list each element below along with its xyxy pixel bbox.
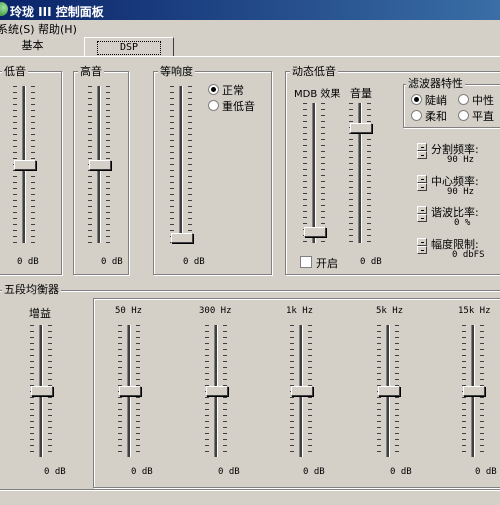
eq-band-5khz-slider[interactable]	[377, 325, 400, 457]
radio-dot-selected	[411, 94, 422, 105]
radio-dot	[208, 100, 219, 111]
menu-help[interactable]: 帮助(H)	[38, 21, 77, 37]
eq-band-5khz-value: 0 dB	[390, 467, 412, 477]
enable-checkbox[interactable]: 开启	[300, 255, 338, 271]
eq-band-1khz-slider[interactable]	[290, 325, 313, 457]
spin-up-button[interactable]	[417, 238, 427, 246]
bass-label: 低音	[2, 65, 28, 78]
crossover-value: 90 Hz	[447, 155, 475, 165]
mdb-effect-slider[interactable]	[303, 103, 326, 243]
eq-label: 五段均衡器	[2, 283, 61, 296]
filter-flat-radio[interactable]: 平直	[458, 110, 494, 123]
loudness-slider[interactable]	[170, 86, 193, 243]
eq-band-300hz-label: 300 Hz	[199, 306, 232, 316]
dynamic-bass-label: 动态低音	[290, 65, 338, 78]
volume-slider-thumb[interactable]	[350, 123, 372, 133]
menu-bar: 系统(S) 帮助(H)	[0, 20, 500, 36]
mdb-effect-slider-thumb[interactable]	[304, 227, 326, 237]
eq-gain-label: 增益	[29, 307, 51, 320]
eq-gain-slider[interactable]	[30, 325, 53, 457]
filter-soft-label: 柔和	[425, 110, 447, 123]
eq-band-300hz-slider-thumb[interactable]	[206, 386, 228, 396]
spin-up-button[interactable]	[417, 206, 427, 214]
eq-band-1khz-slider-thumb[interactable]	[291, 386, 313, 396]
volume-label: 音量	[350, 87, 372, 100]
spin-up-button[interactable]	[417, 143, 427, 151]
spin-down-button[interactable]	[417, 214, 427, 222]
radio-dot-selected	[208, 84, 219, 95]
eq-band-50hz-label: 50 Hz	[115, 306, 143, 316]
loudness-normal-radio[interactable]: 正常	[208, 84, 244, 97]
eq-band-50hz-slider[interactable]	[118, 325, 141, 457]
treble-label: 高音	[78, 65, 104, 78]
filter-steep-radio[interactable]: 陡峭	[411, 94, 447, 107]
app-icon	[0, 2, 8, 16]
loudness-value: 0 dB	[183, 257, 205, 267]
harmonic-spinner[interactable]	[417, 206, 427, 224]
dynamic-bass-value: 0 dB	[360, 257, 382, 267]
eq-band-300hz-value: 0 dB	[218, 467, 240, 477]
eq-gain-value: 0 dB	[44, 467, 66, 477]
eq-band-5khz-slider-thumb[interactable]	[378, 386, 400, 396]
radio-dot	[458, 94, 469, 105]
loudness-track	[179, 86, 183, 243]
title-bar: 玲珑 III 控制面板	[0, 0, 500, 20]
eq-band-50hz-slider-thumb[interactable]	[119, 386, 141, 396]
eq-band-50hz-value: 0 dB	[131, 467, 153, 477]
mdb-effect-label: MDB 效果	[294, 89, 341, 100]
tab-divider	[0, 56, 500, 57]
tab-dsp-label: DSP	[96, 41, 162, 55]
spin-up-button[interactable]	[417, 175, 427, 183]
spin-down-button[interactable]	[417, 151, 427, 159]
bass-value: 0 dB	[17, 257, 39, 267]
tab-dsp[interactable]: DSP	[84, 37, 174, 57]
menu-system[interactable]: 系统(S)	[0, 21, 35, 37]
filter-label: 滤波器特性	[406, 77, 465, 90]
amplitude-limit-value: 0 dbFS	[452, 250, 485, 260]
bass-slider-thumb[interactable]	[14, 160, 36, 170]
eq-band-15khz-slider-thumb[interactable]	[463, 386, 485, 396]
eq-band-15khz-label: 15k Hz	[458, 306, 491, 316]
eq-gain-slider-thumb[interactable]	[31, 386, 53, 396]
crossover-spinner[interactable]	[417, 143, 427, 161]
center-freq-spinner[interactable]	[417, 175, 427, 193]
eq-band-300hz-slider[interactable]	[205, 325, 228, 457]
loudness-slider-thumb[interactable]	[171, 233, 193, 243]
amplitude-limit-spinner[interactable]	[417, 238, 427, 256]
enable-label: 开启	[316, 257, 338, 270]
loudness-normal-label: 正常	[222, 84, 244, 97]
filter-steep-label: 陡峭	[425, 94, 447, 107]
filter-soft-radio[interactable]: 柔和	[411, 110, 447, 123]
checkbox-box	[300, 256, 312, 268]
volume-slider[interactable]	[349, 103, 372, 243]
eq-band-15khz-value: 0 dB	[475, 467, 497, 477]
loudness-heavy-bass-label: 重低音	[222, 100, 255, 113]
tab-strip: 基本 DSP	[0, 37, 500, 57]
spin-down-button[interactable]	[417, 183, 427, 191]
radio-dot	[411, 110, 422, 121]
filter-neutral-label: 中性	[472, 94, 494, 107]
tab-basic-label: 基本	[21, 39, 44, 52]
filter-neutral-radio[interactable]: 中性	[458, 94, 494, 107]
spin-down-button[interactable]	[417, 246, 427, 254]
center-freq-value: 90 Hz	[447, 187, 475, 197]
eq-band-1khz-label: 1k Hz	[286, 306, 314, 316]
harmonic-value: 0 %	[454, 218, 471, 228]
eq-band-5khz-label: 5k Hz	[376, 306, 404, 316]
treble-value: 0 dB	[101, 257, 123, 267]
loudness-heavy-bass-radio[interactable]: 重低音	[208, 100, 255, 113]
filter-flat-label: 平直	[472, 110, 494, 123]
loudness-label: 等响度	[158, 65, 195, 78]
window-title: 玲珑 III 控制面板	[10, 5, 104, 19]
radio-dot	[458, 110, 469, 121]
mdb-effect-track	[312, 103, 316, 243]
bass-slider[interactable]	[13, 86, 36, 243]
treble-slider-thumb[interactable]	[89, 160, 111, 170]
eq-band-1khz-value: 0 dB	[303, 467, 325, 477]
tab-basic[interactable]: 基本	[10, 37, 55, 55]
treble-slider[interactable]	[88, 86, 111, 243]
eq-band-15khz-slider[interactable]	[462, 325, 485, 457]
